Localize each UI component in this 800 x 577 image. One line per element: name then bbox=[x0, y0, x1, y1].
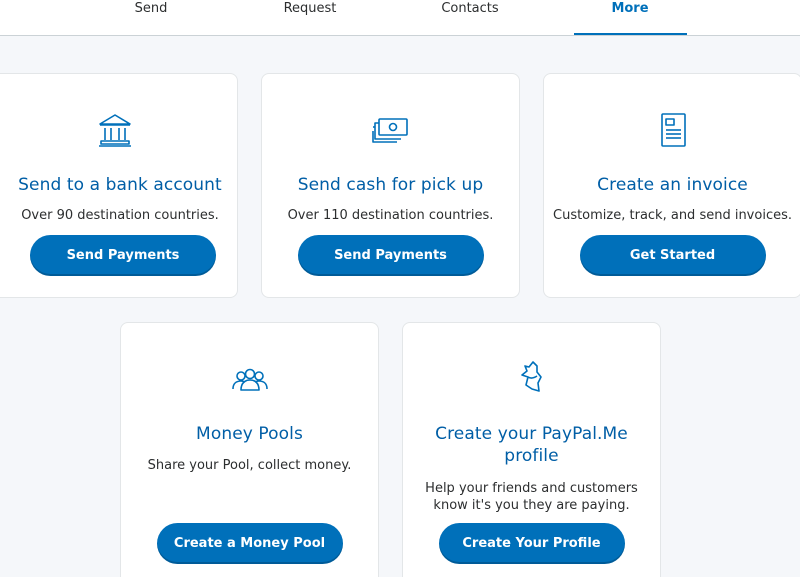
card-description-line-2: know it's you they are paying. bbox=[433, 498, 630, 513]
nav-tab-contacts[interactable]: Contacts bbox=[430, 0, 510, 36]
card-description: Share your Pool, collect money. bbox=[147, 458, 352, 473]
paypal-me-icon bbox=[512, 358, 552, 398]
cash-icon bbox=[371, 111, 411, 151]
bank-icon bbox=[95, 111, 135, 151]
nav-tab-more[interactable]: More bbox=[590, 0, 670, 36]
card-title: Money Pools bbox=[196, 424, 303, 444]
card-title: Create an invoice bbox=[597, 175, 748, 195]
card-send-to-bank: Send to a bank account Over 90 destinati… bbox=[0, 73, 238, 298]
card-send-cash: Send cash for pick up Over 110 destinati… bbox=[261, 73, 520, 298]
send-payments-cash-button[interactable]: Send Payments bbox=[297, 235, 484, 276]
get-started-button[interactable]: Get Started bbox=[579, 235, 766, 276]
send-payments-bank-button[interactable]: Send Payments bbox=[30, 235, 216, 276]
card-create-invoice: Create an invoice Customize, track, and … bbox=[543, 73, 800, 298]
card-title-line-2: profile bbox=[504, 446, 559, 466]
active-tab-indicator bbox=[574, 33, 687, 35]
nav-tab-request[interactable]: Request bbox=[270, 0, 350, 36]
invoice-icon bbox=[653, 111, 693, 151]
card-title: Send cash for pick up bbox=[297, 175, 484, 195]
card-description: Customize, track, and send invoices. bbox=[553, 208, 792, 223]
card-paypal-me: Create your PayPal.Me profile Help your … bbox=[402, 322, 661, 577]
card-description: Over 110 destination countries. bbox=[287, 208, 494, 223]
create-your-profile-button[interactable]: Create Your Profile bbox=[438, 523, 625, 564]
card-title-line-1: Create your PayPal.Me bbox=[435, 424, 628, 444]
card-description: Over 90 destination countries. bbox=[21, 208, 219, 223]
card-description-line-1: Help your friends and customers bbox=[425, 481, 638, 496]
card-money-pools: Money Pools Share your Pool, collect mon… bbox=[120, 322, 379, 577]
people-group-icon bbox=[230, 360, 270, 400]
top-nav: Send Request Contacts More bbox=[0, 0, 800, 36]
create-money-pool-button[interactable]: Create a Money Pool bbox=[156, 523, 343, 564]
nav-tab-send[interactable]: Send bbox=[111, 0, 191, 36]
card-title: Send to a bank account bbox=[18, 175, 222, 195]
